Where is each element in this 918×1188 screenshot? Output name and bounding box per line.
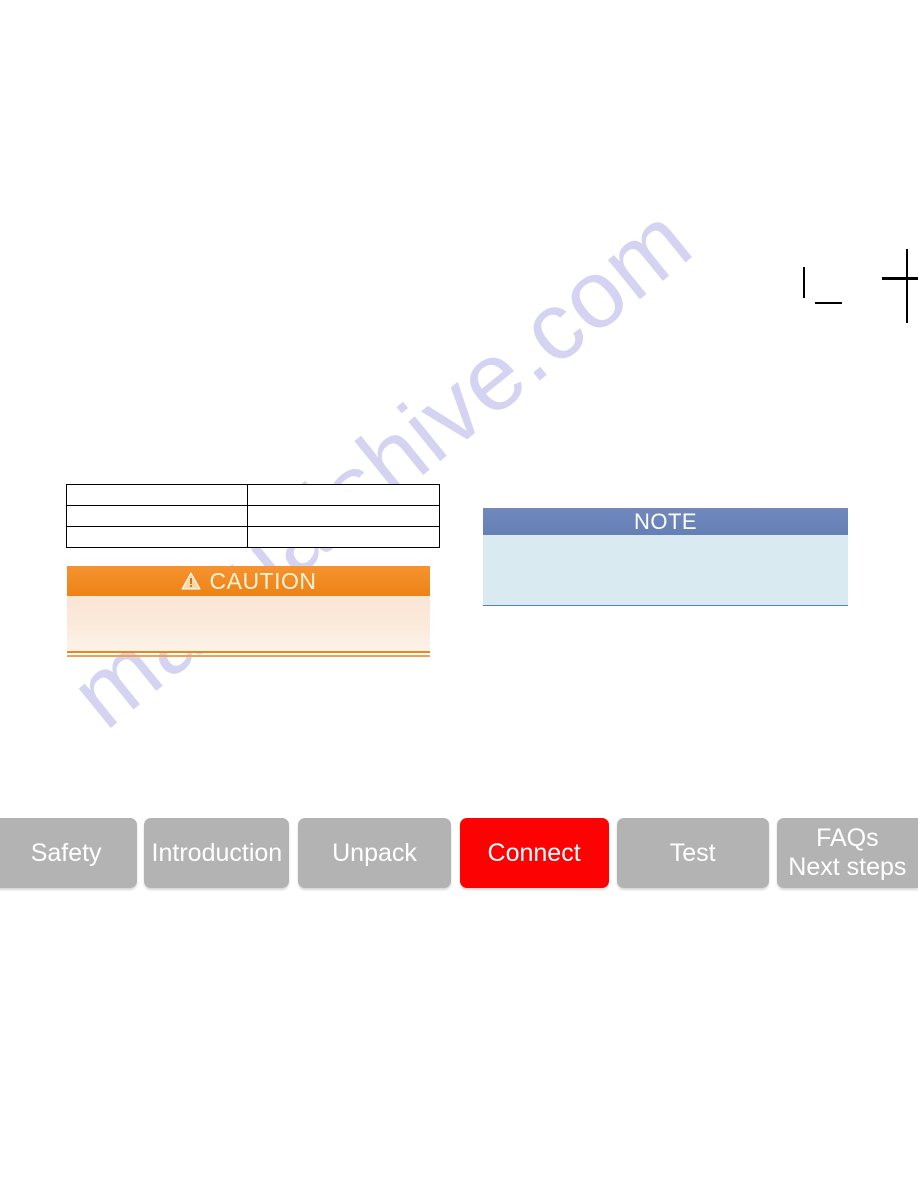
tab-label: Safety xyxy=(30,839,102,867)
caution-header: CAUTION xyxy=(67,566,430,596)
tab-label: Test xyxy=(669,839,716,867)
table-row xyxy=(66,526,440,548)
caution-callout: CAUTION xyxy=(67,566,430,657)
tab-connect[interactable]: Connect xyxy=(459,818,609,888)
table-cell xyxy=(66,484,248,506)
tab-label: Connect xyxy=(487,839,581,867)
note-callout: NOTE xyxy=(483,508,848,606)
caution-body xyxy=(67,596,430,653)
tab-label-secondary: Next steps xyxy=(788,853,907,881)
tab-test[interactable]: Test xyxy=(616,818,769,888)
table-cell xyxy=(247,484,440,506)
tab-introduction[interactable]: Introduction xyxy=(144,818,290,888)
section-tab-bar: Safety Introduction Unpack Connect Test … xyxy=(0,818,918,888)
tab-label: Unpack xyxy=(332,839,417,867)
caution-title: CAUTION xyxy=(209,567,317,594)
crop-mark-vertical-right xyxy=(906,249,908,323)
table-row xyxy=(66,484,440,506)
note-header: NOTE xyxy=(483,508,848,535)
table-cell xyxy=(66,526,248,548)
watermark-text: manualshive.com xyxy=(51,185,711,749)
warning-triangle-icon xyxy=(180,572,201,590)
note-title: NOTE xyxy=(633,508,698,534)
note-body xyxy=(483,535,848,606)
tab-label: FAQs xyxy=(816,824,879,852)
crop-mark-horizontal-left xyxy=(815,302,842,304)
table-cell xyxy=(247,526,440,548)
table-row xyxy=(66,505,440,527)
crop-mark-horizontal-right xyxy=(882,277,918,280)
tab-faqs[interactable]: FAQs Next steps xyxy=(776,818,918,888)
table-cell xyxy=(66,505,248,527)
crop-mark-vertical-left xyxy=(803,267,805,298)
caution-underline xyxy=(67,655,430,657)
specification-table xyxy=(66,484,440,548)
table-cell xyxy=(247,505,440,527)
tab-label: Introduction xyxy=(151,839,283,867)
tab-unpack[interactable]: Unpack xyxy=(298,818,451,888)
page-canvas: manualshive.com CAUTION NOTE Safety Intr… xyxy=(0,0,918,1188)
tab-safety[interactable]: Safety xyxy=(0,818,138,888)
